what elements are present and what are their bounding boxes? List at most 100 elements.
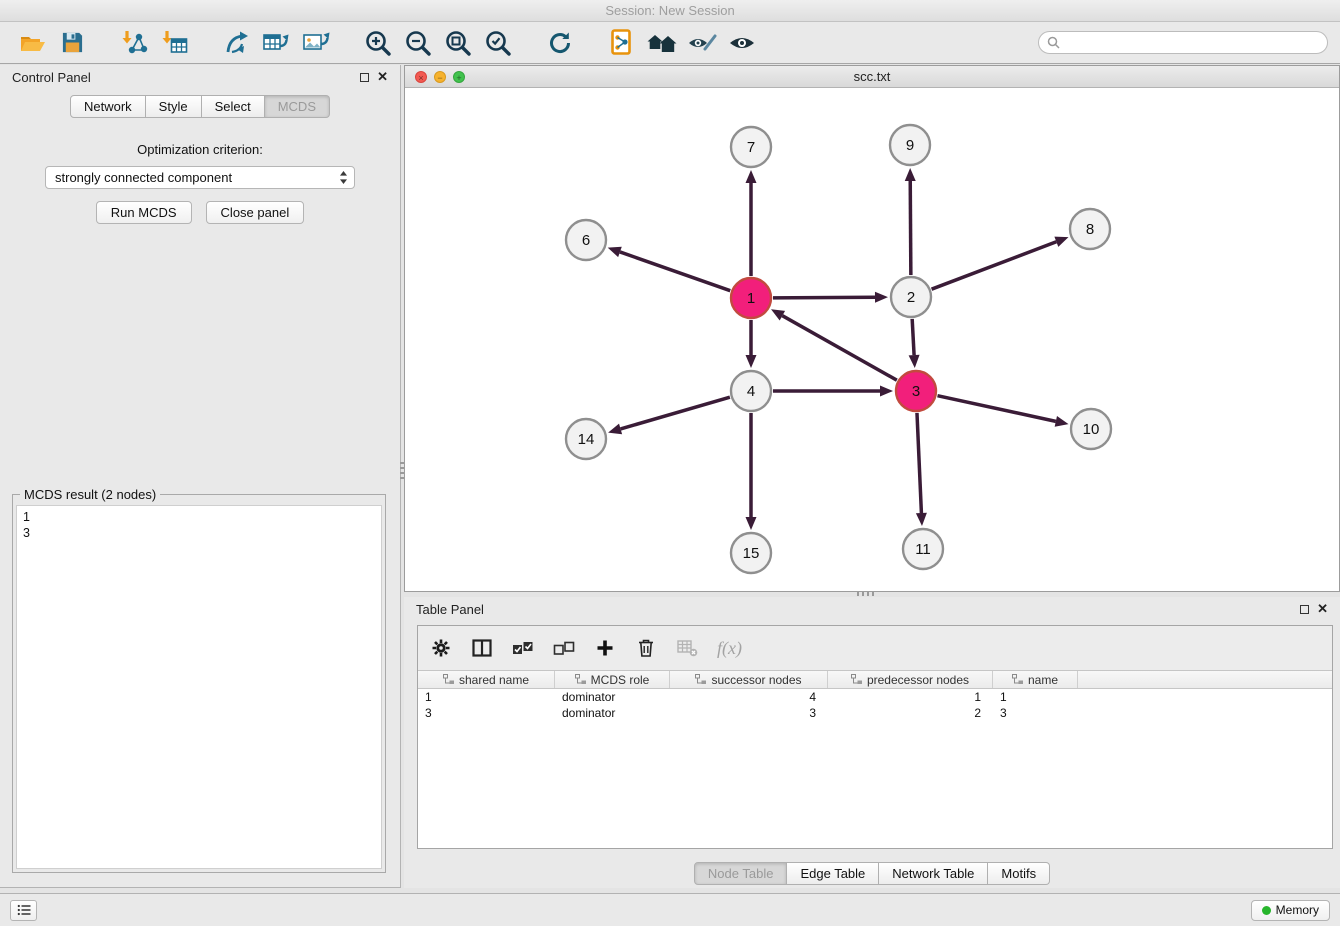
cell-name[interactable]: 1 bbox=[993, 689, 1078, 705]
show-hide-panel-button[interactable] bbox=[722, 25, 762, 61]
tab-mcds[interactable]: MCDS bbox=[265, 95, 330, 118]
tab-network[interactable]: Network bbox=[70, 95, 146, 118]
cell-predecessor-nodes[interactable]: 1 bbox=[828, 689, 993, 705]
run-mcds-button[interactable]: Run MCDS bbox=[96, 201, 192, 224]
cell-successor-nodes[interactable]: 4 bbox=[670, 689, 828, 705]
export-image-button[interactable] bbox=[296, 25, 336, 61]
search-box[interactable] bbox=[1038, 31, 1328, 54]
cell-MCDS-role[interactable]: dominator bbox=[555, 689, 670, 705]
search-input[interactable] bbox=[1065, 35, 1319, 50]
panel-resize-grip-horizontal[interactable] bbox=[857, 592, 875, 596]
zoom-out-icon bbox=[404, 29, 432, 57]
tab-network-table[interactable]: Network Table bbox=[879, 862, 988, 885]
tab-motifs[interactable]: Motifs bbox=[988, 862, 1050, 885]
graph-node-14[interactable]: 14 bbox=[566, 419, 606, 459]
delete-column-button[interactable] bbox=[635, 636, 657, 660]
maximize-window-button[interactable]: + bbox=[453, 71, 465, 83]
close-window-button[interactable]: × bbox=[415, 71, 427, 83]
cell-shared-name[interactable]: 3 bbox=[418, 705, 555, 721]
graph-node-9[interactable]: 9 bbox=[890, 125, 930, 165]
add-column-button[interactable] bbox=[594, 636, 616, 660]
close-table-panel-icon[interactable]: ✕ bbox=[1317, 604, 1328, 614]
mcds-result-list[interactable]: 13 bbox=[16, 505, 382, 869]
float-table-panel-icon[interactable] bbox=[1300, 605, 1309, 614]
column-header-MCDS-role[interactable]: MCDS role bbox=[555, 671, 670, 688]
table-settings-button[interactable] bbox=[430, 636, 452, 660]
network-view-window: × − + scc.txt 7968124314101511 bbox=[404, 65, 1340, 592]
table-arrow-icon bbox=[262, 30, 290, 56]
table-row[interactable]: 3dominator323 bbox=[418, 705, 1332, 721]
graph-edge-4-15[interactable] bbox=[746, 413, 757, 530]
search-icon bbox=[1047, 36, 1060, 49]
graph-edge-1-7[interactable] bbox=[746, 170, 757, 276]
delete-table-button[interactable] bbox=[676, 636, 698, 660]
graph-edge-3-10[interactable] bbox=[937, 396, 1068, 427]
graph-edge-1-4[interactable] bbox=[746, 320, 757, 368]
graph-edge-1-2[interactable] bbox=[773, 292, 888, 303]
close-panel-icon[interactable]: ✕ bbox=[377, 72, 388, 82]
import-table-button[interactable] bbox=[154, 25, 194, 61]
graph-node-7[interactable]: 7 bbox=[731, 127, 771, 167]
float-panel-icon[interactable] bbox=[360, 73, 369, 82]
close-panel-button[interactable]: Close panel bbox=[206, 201, 305, 224]
deselect-all-columns-button[interactable] bbox=[553, 636, 575, 660]
tab-node-table[interactable]: Node Table bbox=[694, 862, 788, 885]
cell-successor-nodes[interactable]: 3 bbox=[670, 705, 828, 721]
zoom-in-icon bbox=[364, 29, 392, 57]
apply-layout-button[interactable] bbox=[216, 25, 256, 61]
cell-MCDS-role[interactable]: dominator bbox=[555, 705, 670, 721]
import-network-button[interactable] bbox=[114, 25, 154, 61]
graph-edge-4-3[interactable] bbox=[773, 386, 893, 397]
select-all-columns-button[interactable] bbox=[512, 636, 534, 660]
graph-node-11[interactable]: 11 bbox=[903, 529, 943, 569]
export-table-button[interactable] bbox=[256, 25, 296, 61]
split-column-button[interactable] bbox=[471, 636, 493, 660]
tab-edge-table[interactable]: Edge Table bbox=[787, 862, 879, 885]
optimization-criterion-select[interactable]: strongly connected component bbox=[45, 166, 355, 189]
network-graph-canvas[interactable]: 7 9 6 8 1 2 4 3 14 10 15 11 bbox=[405, 88, 1339, 591]
control-panel-title: Control Panel bbox=[12, 70, 91, 85]
graph-node-4[interactable]: 4 bbox=[731, 371, 771, 411]
column-header-name[interactable]: name bbox=[993, 671, 1078, 688]
graph-edge-1-6[interactable] bbox=[608, 247, 731, 291]
graph-node-15[interactable]: 15 bbox=[731, 533, 771, 573]
graph-edge-3-11[interactable] bbox=[916, 413, 927, 526]
graph-node-3[interactable]: 3 bbox=[896, 371, 936, 411]
apply-function-button[interactable]: f(x) bbox=[717, 638, 742, 659]
zoom-fit-button[interactable] bbox=[438, 25, 478, 61]
tab-select[interactable]: Select bbox=[202, 95, 265, 118]
column-header-predecessor-nodes[interactable]: predecessor nodes bbox=[828, 671, 993, 688]
column-header-successor-nodes[interactable]: successor nodes bbox=[670, 671, 828, 688]
graph-edge-2-8[interactable] bbox=[932, 237, 1069, 290]
graph-node-6[interactable]: 6 bbox=[566, 220, 606, 260]
memory-button[interactable]: Memory bbox=[1251, 900, 1330, 921]
save-icon bbox=[61, 31, 84, 54]
graph-node-2[interactable]: 2 bbox=[891, 277, 931, 317]
zoom-selected-button[interactable] bbox=[478, 25, 518, 61]
memory-label: Memory bbox=[1276, 903, 1319, 917]
refresh-view-button[interactable] bbox=[540, 25, 580, 61]
cell-shared-name[interactable]: 1 bbox=[418, 689, 555, 705]
save-session-button[interactable] bbox=[52, 25, 92, 61]
zoom-out-button[interactable] bbox=[398, 25, 438, 61]
table-row[interactable]: 1dominator411 bbox=[418, 689, 1332, 705]
graph-edge-4-14[interactable] bbox=[608, 397, 730, 434]
graph-edge-2-9[interactable] bbox=[905, 168, 916, 275]
graph-edge-2-3[interactable] bbox=[909, 319, 920, 368]
cell-name[interactable]: 3 bbox=[993, 705, 1078, 721]
column-header-shared-name[interactable]: shared name bbox=[418, 671, 555, 688]
share-session-button[interactable] bbox=[602, 25, 642, 61]
open-file-button[interactable] bbox=[12, 25, 52, 61]
graph-edge-3-1[interactable] bbox=[771, 309, 897, 380]
task-history-button[interactable] bbox=[10, 900, 37, 921]
graph-node-10[interactable]: 10 bbox=[1071, 409, 1111, 449]
tab-style[interactable]: Style bbox=[146, 95, 202, 118]
graph-node-1[interactable]: 1 bbox=[731, 278, 771, 318]
show-graphics-details-button[interactable] bbox=[682, 25, 722, 61]
home-button[interactable] bbox=[642, 25, 682, 61]
cell-predecessor-nodes[interactable]: 2 bbox=[828, 705, 993, 721]
graph-node-8[interactable]: 8 bbox=[1070, 209, 1110, 249]
minimize-window-button[interactable]: − bbox=[434, 71, 446, 83]
panel-resize-grip-vertical[interactable] bbox=[400, 462, 404, 480]
zoom-in-button[interactable] bbox=[358, 25, 398, 61]
